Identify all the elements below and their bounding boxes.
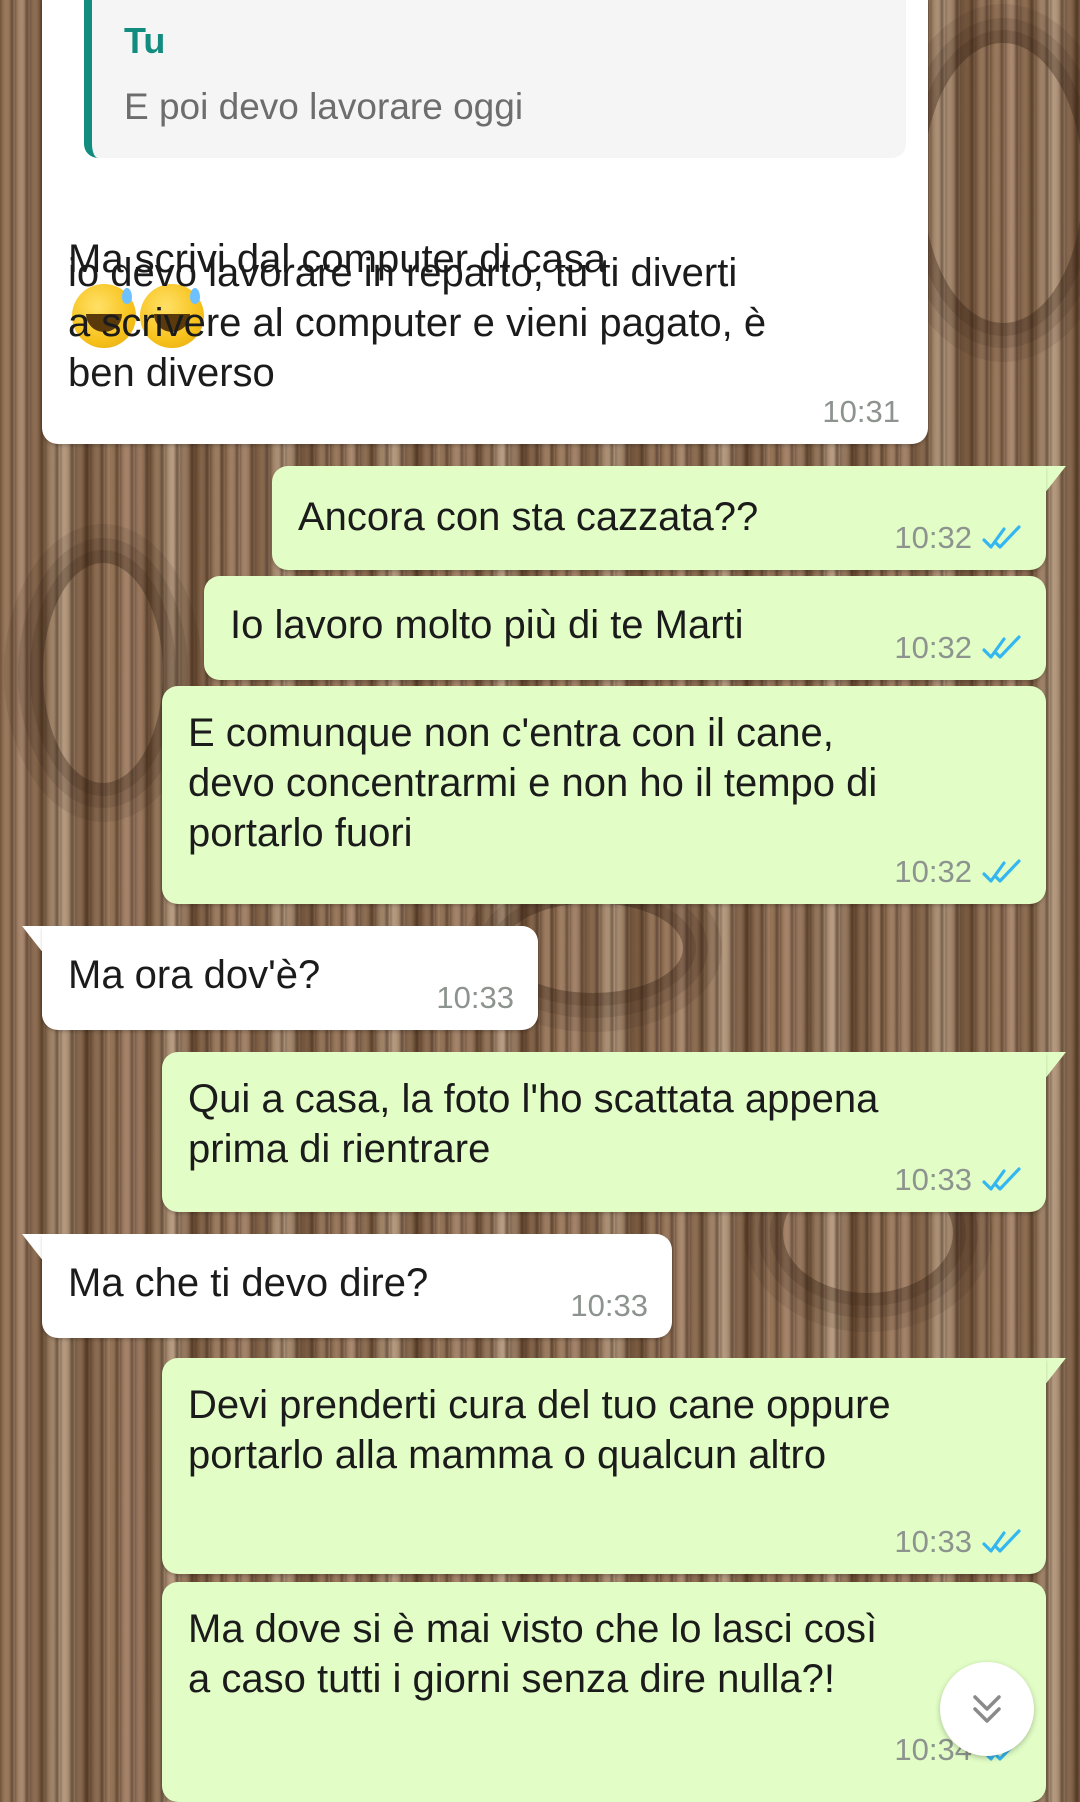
bubble-tail [22, 1234, 44, 1262]
message-time: 10:31 [822, 394, 900, 429]
message-time: 10:33 [894, 1524, 972, 1559]
message-meta: 10:33 [894, 1162, 1022, 1198]
message-bubble-outgoing[interactable]: Ancora con sta cazzata?? 10:32 [272, 466, 1046, 570]
wood-knot [40, 560, 166, 786]
double-chevron-down-icon [973, 1695, 1001, 1723]
message-time: 10:33 [894, 1162, 972, 1197]
message-text: Ma che ti devo dire? [68, 1261, 429, 1305]
message-bubble-outgoing[interactable]: Io lavoro molto più di te Marti 10:32 [204, 576, 1046, 680]
scroll-to-bottom-button[interactable] [940, 1662, 1034, 1756]
message-text: E comunque non c'entra con il cane, devo… [188, 711, 878, 855]
quoted-author: Tu [124, 20, 166, 61]
message-bubble-incoming[interactable]: Ma ora dov'è? 10:33 [42, 926, 538, 1030]
message-bubble-incoming[interactable]: Ma che ti devo dire? 10:33 [42, 1234, 672, 1338]
message-time: 10:33 [570, 1288, 648, 1323]
message-bubble-incoming[interactable]: Tu E poi devo lavorare oggi Ma scrivi da… [42, 0, 928, 444]
message-time: 10:32 [894, 520, 972, 555]
message-meta: 10:33 [570, 1288, 648, 1324]
wood-knot [920, 40, 1080, 326]
double-check-icon [982, 1529, 1021, 1553]
message-text: Devi prenderti cura del tuo cane oppure … [188, 1383, 891, 1477]
message-text: Ma dove si è mai visto che lo lasci così… [188, 1607, 878, 1701]
message-time: 10:33 [436, 980, 514, 1015]
message-bubble-outgoing[interactable]: E comunque non c'entra con il cane, devo… [162, 686, 1046, 904]
bubble-tail [22, 926, 44, 954]
message-meta: 10:31 [822, 394, 900, 430]
message-bubble-outgoing[interactable]: Qui a casa, la foto l'ho scattata appena… [162, 1052, 1046, 1212]
message-meta: 10:32 [894, 520, 1022, 556]
double-check-icon [982, 859, 1021, 883]
message-bubble-outgoing[interactable]: Devi prenderti cura del tuo cane oppure … [162, 1358, 1046, 1574]
message-meta: 10:32 [894, 854, 1022, 890]
bubble-tail [1044, 1052, 1066, 1080]
double-check-icon [982, 1167, 1021, 1191]
message-meta: 10:33 [894, 1524, 1022, 1560]
message-text: Io lavoro molto più di te Marti [230, 603, 744, 647]
message-text-continuation: io devo lavorare in reparto, tu ti diver… [68, 251, 767, 395]
message-text: Ma ora dov'è? [68, 953, 321, 997]
message-meta: 10:33 [436, 980, 514, 1016]
bubble-tail [1044, 1358, 1066, 1386]
double-check-icon [982, 525, 1021, 549]
message-time: 10:32 [894, 854, 972, 889]
message-time: 10:32 [894, 630, 972, 665]
double-check-icon [982, 635, 1021, 659]
message-text: Qui a casa, la foto l'ho scattata appena… [188, 1077, 879, 1171]
quoted-text: E poi devo lavorare oggi [124, 86, 524, 127]
message-text: Ancora con sta cazzata?? [298, 495, 759, 539]
message-bubble-outgoing[interactable]: Ma dove si è mai visto che lo lasci così… [162, 1582, 1046, 1802]
bubble-tail [1044, 466, 1066, 494]
quoted-message[interactable]: Tu E poi devo lavorare oggi [84, 0, 906, 158]
message-meta: 10:32 [894, 630, 1022, 666]
